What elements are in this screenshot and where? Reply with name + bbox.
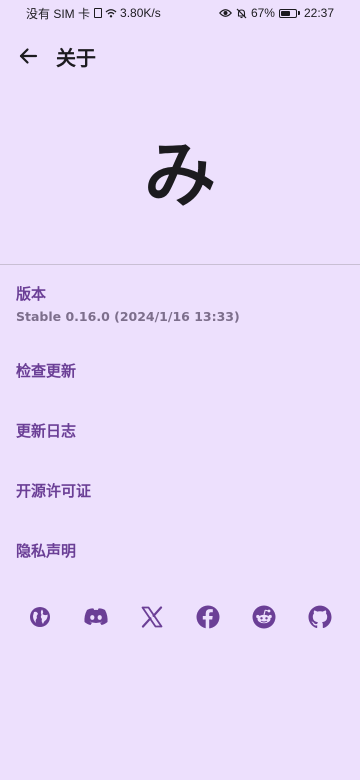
battery-body	[278, 8, 297, 18]
facebook-button[interactable]	[192, 601, 224, 633]
eye-icon	[218, 9, 232, 17]
reddit-icon	[252, 605, 276, 629]
github-icon	[308, 605, 332, 629]
globe-icon	[30, 607, 50, 627]
changelog-item[interactable]: 更新日志	[0, 410, 360, 450]
social-links	[0, 601, 360, 633]
x-button[interactable]	[136, 601, 168, 633]
sim-icon	[94, 8, 103, 18]
divider	[0, 264, 360, 265]
check-updates-item[interactable]: 检查更新	[0, 350, 360, 390]
back-button[interactable]	[16, 44, 40, 68]
battery-fill	[280, 10, 291, 16]
mute-bell-icon	[236, 8, 247, 18]
facebook-icon	[196, 605, 220, 629]
app-bar: 关于	[0, 34, 360, 78]
reddit-button[interactable]	[248, 601, 280, 633]
arrow-back-icon	[19, 48, 38, 64]
x-icon	[141, 606, 163, 628]
app-logo: み	[143, 133, 216, 217]
page-title: 关于	[56, 45, 96, 70]
open-source-licenses-item[interactable]: 开源许可证	[0, 470, 360, 510]
clock: 22:37	[303, 6, 334, 20]
network-speed: 3.80K/s	[120, 6, 161, 20]
github-button[interactable]	[304, 601, 336, 633]
discord-icon	[84, 608, 108, 625]
version-info: 版本 Stable 0.16.0 (2024/1/16 13:33)	[16, 284, 240, 326]
version-value: Stable 0.16.0 (2024/1/16 13:33)	[16, 309, 240, 324]
battery-icon	[278, 8, 300, 18]
status-left: 没有 SIM 卡 3.80K/s	[26, 5, 161, 22]
battery-percent: 67%	[250, 6, 275, 20]
website-button[interactable]	[24, 601, 56, 633]
discord-button[interactable]	[80, 601, 112, 633]
privacy-policy-item[interactable]: 隐私声明	[0, 530, 360, 570]
battery-tip	[297, 11, 300, 15]
status-bar: 没有 SIM 卡 3.80K/s 67% 22:37	[0, 0, 360, 26]
status-right: 67% 22:37	[218, 6, 334, 20]
carrier-text: 没有 SIM 卡	[26, 6, 91, 21]
wifi-icon	[105, 9, 117, 18]
version-label: 版本	[16, 285, 47, 303]
